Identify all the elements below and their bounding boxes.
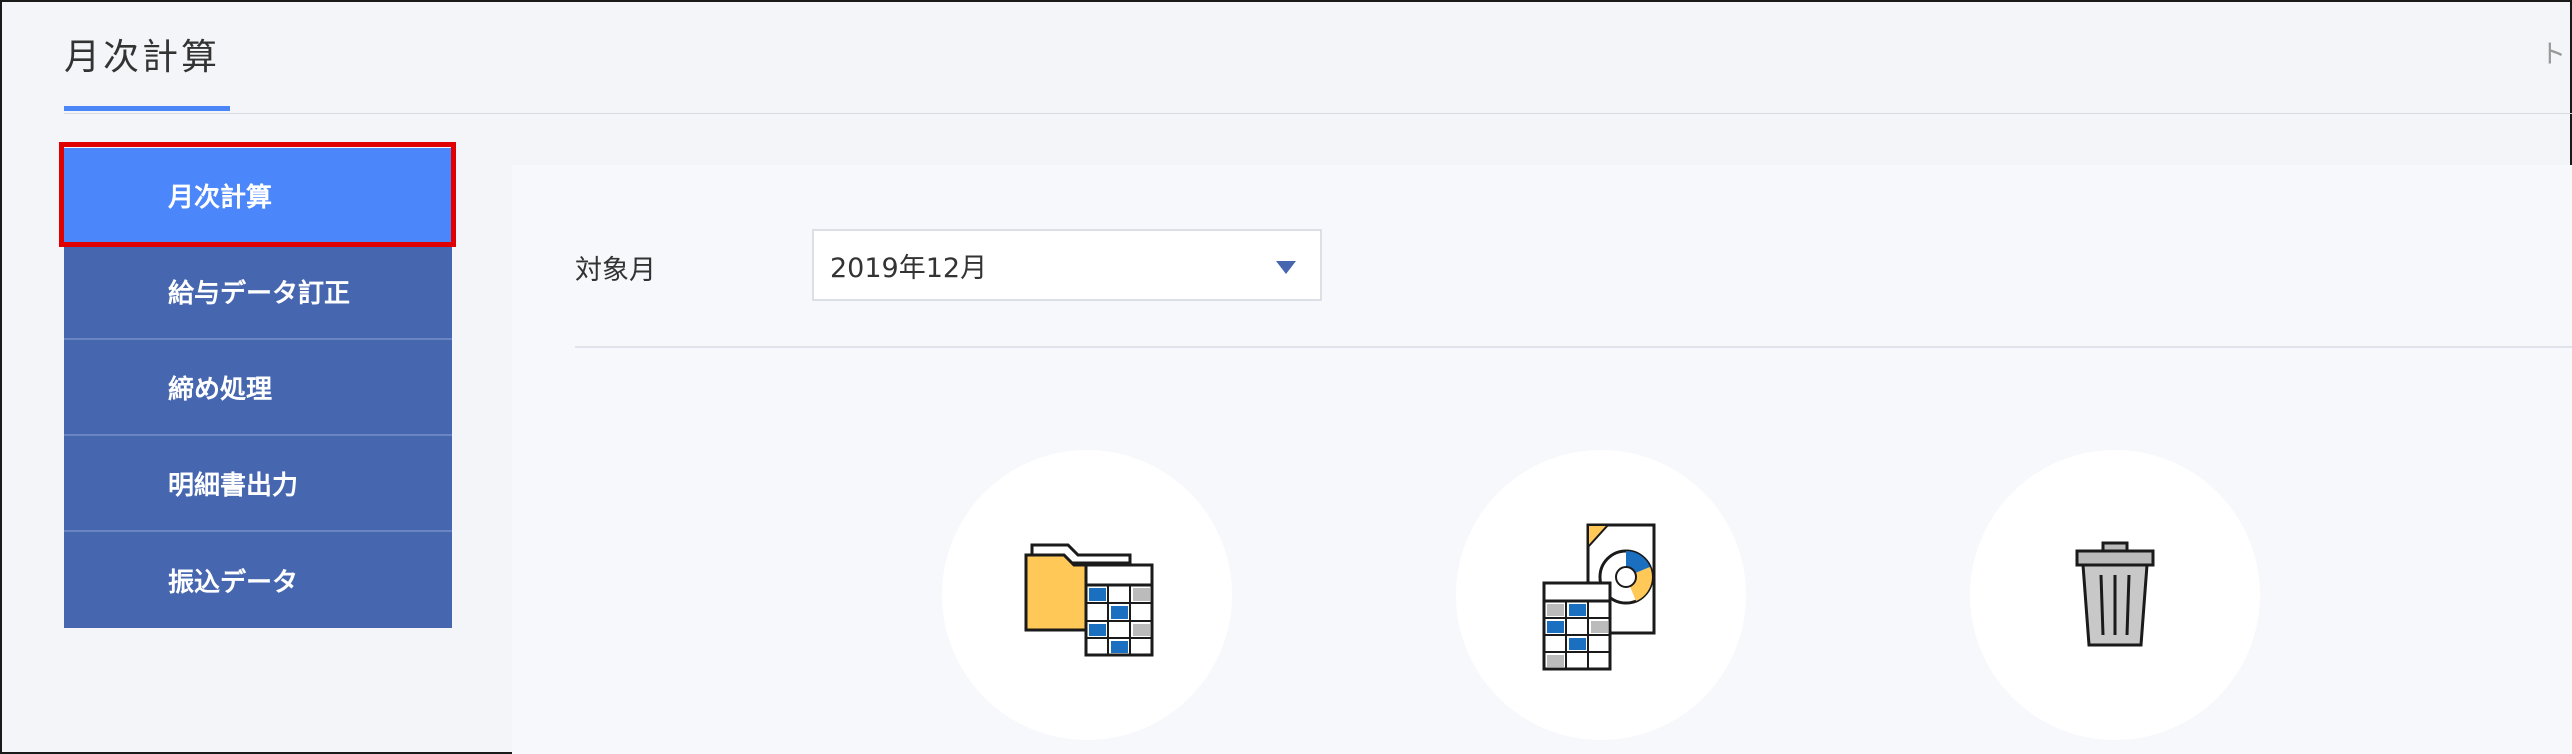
target-month-value: 2019年12月 [830, 252, 988, 284]
target-month-label: 対象月 [575, 255, 656, 286]
folder-spreadsheet-icon [1024, 543, 1154, 657]
calculator-report-button[interactable] [1456, 450, 1746, 740]
header-divider [64, 113, 2572, 114]
chevron-down-icon [1276, 261, 1296, 274]
sidebar-item-label: 締め処理 [168, 374, 273, 405]
sidebar-item-label: 明細書出力 [168, 470, 299, 501]
title-underline [64, 106, 230, 111]
calculator-report-icon [1542, 523, 1656, 671]
header-right-text[interactable]: ト [2540, 34, 2566, 71]
sidebar-item-label: 給与データ訂正 [168, 278, 351, 309]
sidebar-item-closing-process[interactable]: 締め処理 [64, 340, 452, 436]
sidebar-item-label: 振込データ [168, 567, 299, 598]
delete-button[interactable] [1970, 450, 2260, 740]
trash-icon [2075, 541, 2155, 647]
sidebar-item-label: 月次計算 [168, 182, 273, 213]
page-title: 月次計算 [64, 37, 221, 78]
sidebar-item-salary-data-correction[interactable]: 給与データ訂正 [64, 244, 452, 340]
sidebar-menu: 月次計算 給与データ訂正 締め処理 明細書出力 振込データ [64, 148, 452, 628]
sidebar-item-transfer-data[interactable]: 振込データ [64, 532, 452, 628]
sidebar-item-monthly-calculation[interactable]: 月次計算 [64, 148, 452, 244]
target-month-select[interactable]: 2019年12月 [812, 229, 1322, 301]
sidebar-item-statement-output[interactable]: 明細書出力 [64, 436, 452, 532]
folder-spreadsheet-button[interactable] [942, 450, 1232, 740]
content-divider [575, 346, 2572, 348]
